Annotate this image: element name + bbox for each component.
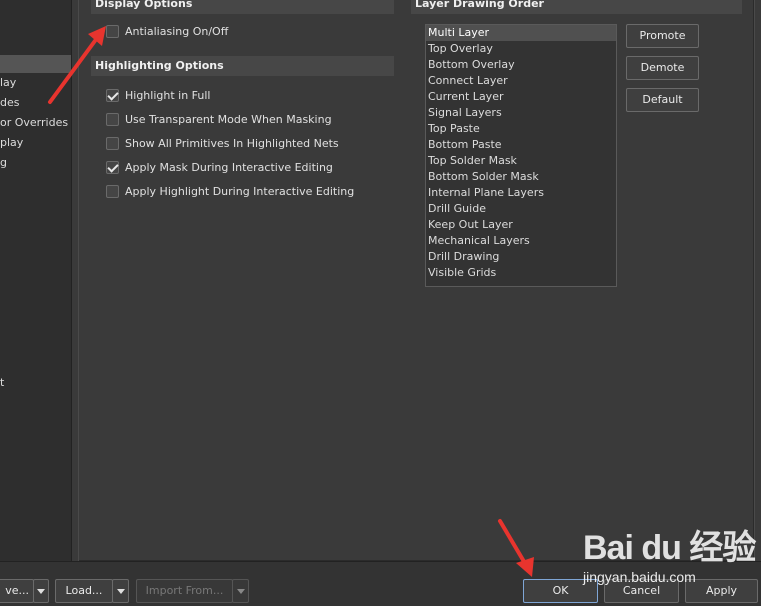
layer-order-list[interactable]: Multi Layer Top Overlay Bottom Overlay C…	[425, 24, 617, 287]
highlighting-options-header: Highlighting Options	[91, 56, 394, 76]
show-all-primitives-checkbox[interactable]	[106, 136, 119, 150]
apply-mask-label: Apply Mask During Interactive Editing	[125, 160, 333, 174]
layer-item[interactable]: Top Solder Mask	[426, 153, 616, 169]
layer-item[interactable]: Bottom Solder Mask	[426, 169, 616, 185]
baidu-watermark: Bai du 经验 jingyan.baidu.com	[583, 520, 756, 585]
load-dropdown-button[interactable]	[112, 579, 129, 603]
layer-item[interactable]: Drill Drawing	[426, 249, 616, 265]
apply-highlight-row[interactable]: Apply Highlight During Interactive Editi…	[106, 182, 354, 200]
layer-item[interactable]: Internal Plane Layers	[426, 185, 616, 201]
layer-drawing-order-header: Layer Drawing Order	[411, 0, 742, 14]
layer-item[interactable]: Bottom Overlay	[426, 57, 616, 73]
watermark-brand: Bai du 经验	[583, 529, 756, 567]
chevron-down-icon	[117, 589, 125, 594]
layer-item[interactable]: Bottom Paste	[426, 137, 616, 153]
apply-mask-checkbox[interactable]	[106, 160, 119, 174]
demote-button[interactable]: Demote	[626, 56, 699, 80]
layer-item[interactable]: Multi Layer	[426, 25, 616, 41]
tree-item-t[interactable]: t	[0, 374, 4, 392]
import-from-button[interactable]: Import From...	[136, 579, 233, 603]
promote-button[interactable]: Promote	[626, 24, 699, 48]
layer-item[interactable]: Connect Layer	[426, 73, 616, 89]
layer-item[interactable]: Top Overlay	[426, 41, 616, 57]
annotation-arrow-icon	[48, 26, 106, 104]
save-button[interactable]: ve...	[0, 579, 34, 603]
tree-item-g[interactable]: g	[0, 154, 7, 172]
apply-highlight-checkbox[interactable]	[106, 184, 119, 198]
display-options-header: Display Options	[91, 0, 394, 14]
highlight-in-full-label: Highlight in Full	[125, 88, 211, 102]
tree-item-display[interactable]: lay	[0, 74, 16, 92]
layer-item[interactable]: Visible Grids	[426, 265, 616, 281]
transparent-mode-row[interactable]: Use Transparent Mode When Masking	[106, 110, 332, 128]
default-button[interactable]: Default	[626, 88, 699, 112]
transparent-mode-label: Use Transparent Mode When Masking	[125, 112, 332, 126]
layer-item[interactable]: Top Paste	[426, 121, 616, 137]
watermark-url: jingyan.baidu.com	[583, 569, 696, 585]
layer-item[interactable]: Signal Layers	[426, 105, 616, 121]
import-dropdown-button[interactable]	[232, 579, 249, 603]
layer-item[interactable]: Mechanical Layers	[426, 233, 616, 249]
apply-highlight-label: Apply Highlight During Interactive Editi…	[125, 184, 355, 198]
load-button[interactable]: Load...	[55, 579, 113, 603]
tree-item-modes[interactable]: des	[0, 94, 19, 112]
highlight-in-full-row[interactable]: Highlight in Full	[106, 86, 211, 104]
chevron-down-icon	[37, 589, 45, 594]
layer-item[interactable]: Drill Guide	[426, 201, 616, 217]
tree-item-color-overrides[interactable]: or Overrides	[0, 114, 68, 132]
layer-item[interactable]: Keep Out Layer	[426, 217, 616, 233]
annotation-arrow-icon	[498, 519, 534, 577]
show-all-primitives-row[interactable]: Show All Primitives In Highlighted Nets	[106, 134, 339, 152]
view-options-page	[78, 0, 755, 562]
apply-mask-row[interactable]: Apply Mask During Interactive Editing	[106, 158, 333, 176]
layer-item[interactable]: Current Layer	[426, 89, 616, 105]
show-all-primitives-label: Show All Primitives In Highlighted Nets	[125, 136, 339, 150]
tree-item-3d-display[interactable]: play	[0, 134, 23, 152]
antialiasing-row[interactable]: Antialiasing On/Off	[106, 22, 228, 40]
antialiasing-label: Antialiasing On/Off	[125, 24, 229, 38]
chevron-down-icon	[237, 589, 245, 594]
save-dropdown-button[interactable]	[33, 579, 49, 603]
transparent-mode-checkbox[interactable]	[106, 112, 119, 126]
